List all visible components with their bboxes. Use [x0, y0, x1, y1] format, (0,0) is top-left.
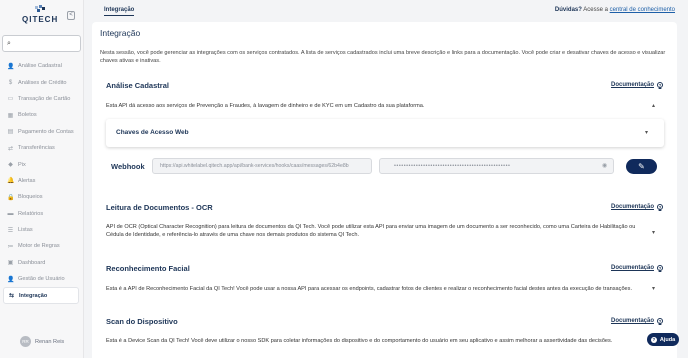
- main-content: Integração Nesta sessão, você pode geren…: [92, 22, 677, 358]
- sidebar-item-label: Alertas: [18, 177, 36, 184]
- chevron-down-icon[interactable]: ▾: [645, 129, 648, 136]
- documentation-label: Documentação: [610, 204, 654, 210]
- list-icon: ☰: [7, 227, 14, 234]
- sidebar-item-label: Análise Cadastral: [18, 63, 62, 70]
- documentation-link-analise-cadastral[interactable]: Documentação?: [611, 82, 663, 88]
- sidebar-item-bloqueios[interactable]: 🔒 Bloqueios: [3, 189, 79, 205]
- sidebar-item-label: Transação de Cartão: [18, 95, 71, 102]
- sidebar-item-label: Integração: [19, 292, 48, 299]
- documentation-label: Documentação: [610, 82, 654, 88]
- documentation-label: Documentação: [610, 265, 654, 271]
- lock-icon: 🔒: [7, 194, 15, 201]
- documentation-link-ocr[interactable]: Documentação?: [611, 204, 663, 210]
- dollar-icon: $: [8, 79, 13, 86]
- documentation-link-reconhecimento-facial[interactable]: Documentação?: [611, 265, 663, 271]
- help-circle-icon: ?: [657, 318, 663, 324]
- edit-webhook-button[interactable]: ✎: [626, 159, 657, 174]
- sidebar-item-gestao-de-usuario[interactable]: 👤 Gestão de Usuário: [3, 271, 79, 287]
- help-button-label: Ajuda: [659, 336, 676, 343]
- page-intro: Nesta sessão, você pode gerenciar as int…: [100, 50, 666, 64]
- rules-icon: ≔: [7, 243, 14, 250]
- sidebar-item-label: Pagamento de Contas: [18, 128, 74, 135]
- user-name: Renan Reis: [35, 338, 65, 345]
- top-bar: Integração Dúvidas? Acesse a central de …: [84, 0, 688, 20]
- sidebar-item-label: Gestão de Usuário: [18, 276, 65, 283]
- collapse-sidebar-button[interactable]: <: [67, 11, 75, 20]
- help-question: Dúvidas?: [554, 7, 582, 13]
- section-desc-scan-do-dispositivo: Esta é a Device Scan da QI Tech! Você de…: [106, 338, 613, 344]
- section-title-reconhecimento-facial: Reconhecimento Facial: [106, 264, 190, 273]
- search-icon: ⌕: [7, 40, 11, 47]
- sidebar-item-label: Motor de Regras: [18, 243, 60, 250]
- file-icon: ▬: [7, 210, 14, 217]
- link-icon: ⇆: [8, 293, 15, 300]
- section-title-ocr: Leitura de Documentos - OCR: [106, 203, 213, 212]
- receipt-icon: ▤: [7, 129, 14, 136]
- webhook-url-field[interactable]: https://api.whitelabel.qitech.app/api/ba…: [152, 158, 372, 174]
- card-icon: ▭: [7, 96, 14, 103]
- tab-integracao[interactable]: Integração: [104, 7, 135, 16]
- documentation-label: Documentação: [610, 318, 654, 324]
- help-circle-icon: ?: [657, 82, 663, 88]
- search-input[interactable]: ⌕: [2, 35, 81, 52]
- person-icon: 👤: [7, 63, 15, 70]
- sidebar-nav: 👤 Análise Cadastral $ Análises de Crédito …: [3, 58, 79, 304]
- knowledge-center-link[interactable]: central de conhecimento: [610, 7, 675, 13]
- section-desc-reconhecimento-facial: Esta é a API de Reconhecimento Facial da…: [106, 286, 633, 292]
- section-title-scan-do-dispositivo: Scan do Dispositivo: [106, 317, 178, 326]
- chevron-up-icon[interactable]: ▴: [652, 102, 655, 109]
- pencil-icon: ✎: [638, 162, 645, 171]
- section-desc-ocr: API de OCR (Optical Character Recognitio…: [106, 224, 636, 239]
- transfer-icon: ⇄: [7, 145, 14, 152]
- help-button[interactable]: ? Ajuda: [647, 333, 679, 346]
- access-keys-card[interactable]: Chaves de Acesso Web ▾: [106, 119, 664, 147]
- sidebar-item-transacao-de-cartao[interactable]: ▭ Transação de Cartão: [3, 91, 79, 107]
- sidebar-item-pix[interactable]: ◆ Pix: [3, 156, 79, 172]
- webhook-key-field[interactable]: ••••••••••••••••••••••••••••••••••••••••…: [379, 158, 614, 174]
- section-desc-analise-cadastral: Esta API dá acesso aos serviços de Preve…: [106, 103, 425, 109]
- sidebar-item-analise-cadastral[interactable]: 👤 Análise Cadastral: [3, 58, 79, 74]
- page-title: Integração: [100, 28, 141, 38]
- sidebar-item-label: Pix: [18, 161, 26, 168]
- sidebar-item-pagamento-de-contas[interactable]: ▤ Pagamento de Contas: [3, 124, 79, 140]
- sidebar-item-label: Relatórios: [18, 210, 44, 217]
- user-profile[interactable]: RR Renan Reis: [20, 336, 64, 347]
- documentation-link-scan-do-dispositivo[interactable]: Documentação?: [611, 318, 663, 324]
- sidebar-item-relatorios[interactable]: ▬ Relatórios: [3, 206, 79, 222]
- logo-mark-icon: [35, 5, 45, 12]
- help-circle-icon: ?: [657, 204, 663, 210]
- sidebar-item-listas[interactable]: ☰ Listas: [3, 222, 79, 238]
- sidebar-item-integracao[interactable]: ⇆ Integração: [3, 287, 79, 304]
- webhook-label: Webhook: [111, 162, 145, 171]
- sidebar-item-transferencias[interactable]: ⇄ Transferências: [3, 140, 79, 156]
- help-text: Dúvidas? Acesse a central de conheciment…: [555, 7, 675, 13]
- sidebar-item-label: Transferências: [18, 145, 55, 152]
- help-prefix: Acesse a: [583, 7, 608, 13]
- sidebar-item-label: Bloqueios: [18, 194, 43, 201]
- dashboard-icon: ▣: [7, 260, 14, 267]
- sidebar-item-motor-de-regras[interactable]: ≔ Motor de Regras: [3, 238, 79, 254]
- sidebar: QITECH < ⌕ 👤 Análise Cadastral $ Análises …: [0, 0, 84, 358]
- sidebar-item-label: Análises de Crédito: [18, 79, 67, 86]
- barcode-icon: ▦: [7, 112, 14, 119]
- help-circle-icon: ?: [657, 265, 663, 271]
- sidebar-item-label: Listas: [18, 227, 33, 234]
- logo: QITECH: [22, 15, 59, 24]
- avatar: RR: [20, 336, 31, 347]
- sidebar-item-label: Boletos: [18, 112, 37, 119]
- access-keys-title: Chaves de Acesso Web: [116, 129, 189, 136]
- help-icon: ?: [650, 336, 657, 343]
- sidebar-item-alertas[interactable]: 🔔 Alertas: [3, 173, 79, 189]
- sidebar-item-boletos[interactable]: ▦ Boletos: [3, 107, 79, 123]
- eye-off-icon[interactable]: ◉: [602, 162, 607, 169]
- sidebar-item-analises-de-credito[interactable]: $ Análises de Crédito: [3, 74, 79, 90]
- section-title-analise-cadastral: Análise Cadastral: [106, 81, 169, 90]
- sidebar-item-dashboard[interactable]: ▣ Dashboard: [3, 255, 79, 271]
- sidebar-item-label: Dashboard: [18, 259, 46, 266]
- bell-icon: 🔔: [7, 178, 15, 185]
- chevron-down-icon[interactable]: ▾: [652, 285, 655, 292]
- chevron-down-icon[interactable]: ▾: [652, 229, 655, 236]
- pix-icon: ◆: [8, 162, 13, 169]
- user-admin-icon: 👤: [7, 276, 15, 283]
